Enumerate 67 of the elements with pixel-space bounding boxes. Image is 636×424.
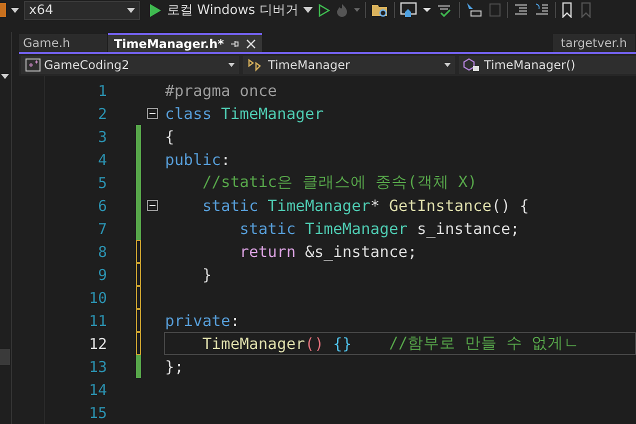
line-number: 2 bbox=[96, 104, 107, 122]
line-number: 6 bbox=[96, 196, 107, 214]
window-icon[interactable] bbox=[400, 2, 418, 18]
file-tab[interactable]: TimeManager.h* bbox=[108, 33, 262, 52]
code-token: static bbox=[238, 220, 297, 238]
code-token: //static은 클래스에 종속(객체 X) bbox=[201, 172, 477, 193]
bookmark-icon[interactable] bbox=[561, 2, 574, 18]
caret-icon bbox=[127, 8, 135, 12]
caret-icon[interactable] bbox=[1, 74, 9, 79]
caret-icon[interactable] bbox=[423, 6, 432, 14]
play-outline-icon[interactable] bbox=[318, 4, 330, 16]
line-number: 7 bbox=[96, 220, 107, 238]
code-token: private bbox=[165, 312, 230, 330]
code-token: TimeManager bbox=[221, 104, 324, 122]
line-number: 11 bbox=[88, 312, 107, 330]
code-token: #pragma once bbox=[165, 82, 277, 100]
code-token: { bbox=[165, 128, 174, 146]
code-token: * bbox=[370, 196, 381, 214]
close-icon[interactable] bbox=[246, 38, 256, 48]
caret-icon[interactable] bbox=[303, 7, 314, 13]
code-token: {} bbox=[332, 334, 352, 352]
code-token: //함부로 만들 수 없게ㄴ bbox=[388, 333, 580, 354]
line-number: 12 bbox=[88, 334, 107, 352]
member-dropdown[interactable]: TimeManager() bbox=[459, 56, 636, 74]
line-number: 14 bbox=[88, 380, 107, 398]
scope-dropdown[interactable]: TimeManager bbox=[243, 56, 455, 74]
code-token: s_instance; bbox=[416, 220, 520, 238]
code-token: () { bbox=[492, 196, 529, 214]
caret-icon bbox=[228, 63, 235, 67]
line-number: 10 bbox=[88, 288, 107, 306]
collapse-icon[interactable] bbox=[147, 108, 158, 119]
project-dropdown[interactable]: GameCoding2 bbox=[21, 56, 239, 74]
code-token: : bbox=[230, 312, 240, 330]
code-token: GetInstance bbox=[388, 196, 492, 214]
line-number: 3 bbox=[96, 128, 107, 146]
collapse-icon[interactable] bbox=[147, 200, 158, 211]
caret-icon[interactable] bbox=[11, 8, 19, 12]
line-number: 8 bbox=[96, 242, 107, 260]
line-number: 15 bbox=[88, 404, 107, 422]
code-token: TimeManager bbox=[201, 334, 305, 352]
code-token: class bbox=[165, 104, 213, 122]
line-number: 4 bbox=[96, 150, 107, 168]
line-number: 1 bbox=[96, 82, 107, 100]
project-icon bbox=[25, 58, 41, 72]
file-tab[interactable]: Game.h bbox=[19, 34, 107, 52]
pin-icon[interactable] bbox=[230, 38, 240, 48]
file-tab[interactable]: targetver.h bbox=[552, 34, 635, 52]
method-lock-icon bbox=[463, 58, 481, 72]
line-number: 13 bbox=[88, 358, 107, 376]
code-token: return bbox=[238, 242, 296, 260]
code-token: &s_instance; bbox=[304, 242, 417, 260]
code-token: : bbox=[221, 150, 230, 168]
code-token: TimeManager bbox=[304, 220, 408, 238]
code-token: public bbox=[165, 150, 221, 168]
caret-icon bbox=[444, 63, 451, 67]
line-number: 9 bbox=[96, 266, 107, 284]
code-token: () bbox=[304, 334, 324, 352]
code-token: }; bbox=[165, 358, 184, 376]
line-number: 5 bbox=[96, 174, 107, 192]
start-debugging-button[interactable]: 로컬 Windows 디버거 bbox=[145, 1, 298, 19]
code-token: static bbox=[201, 196, 260, 214]
code-token: } bbox=[201, 266, 212, 284]
folder-search-icon[interactable] bbox=[371, 2, 390, 18]
play-icon bbox=[149, 4, 161, 16]
code-token: TimeManager bbox=[268, 196, 370, 214]
platform-dropdown[interactable]: x64 bbox=[24, 0, 140, 20]
cursor-icon[interactable] bbox=[465, 2, 484, 18]
